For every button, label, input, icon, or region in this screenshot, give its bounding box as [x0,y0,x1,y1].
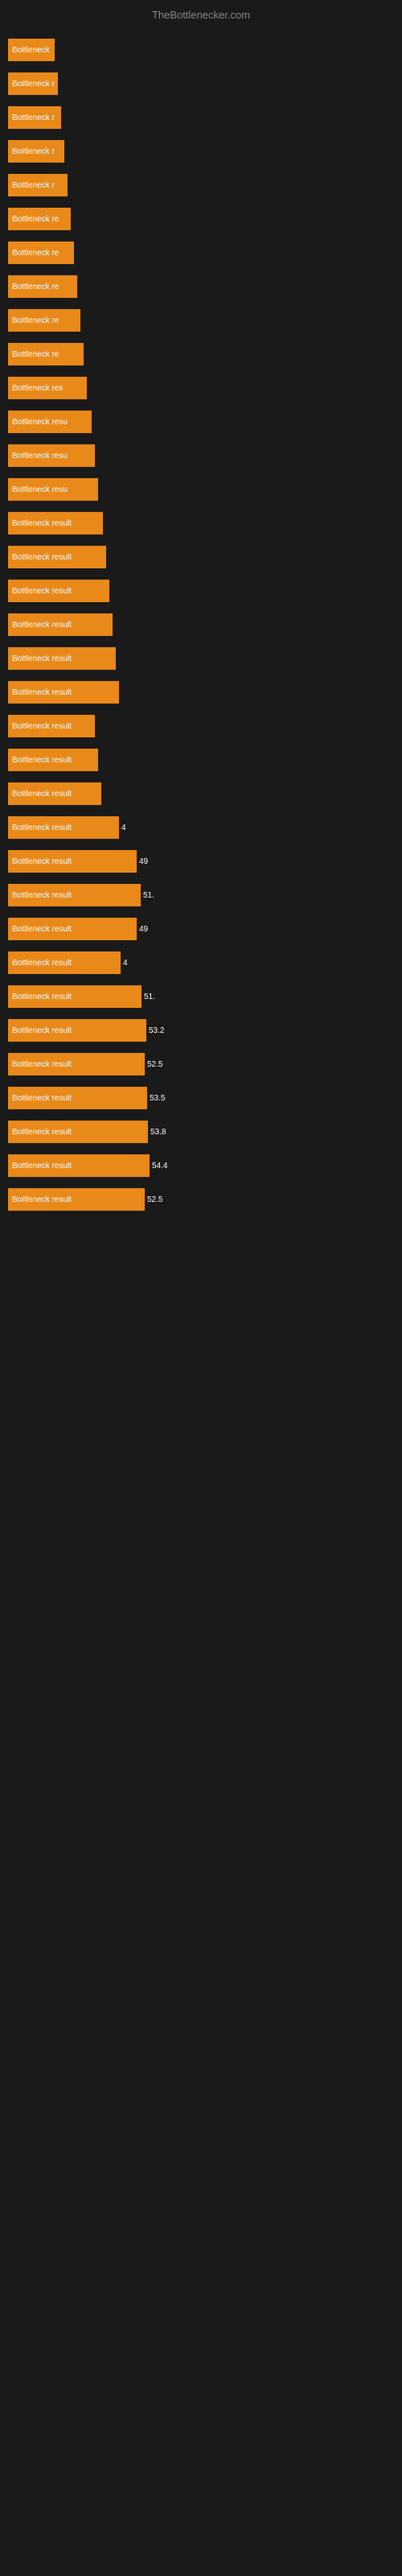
bar-row: Bottleneck resu [8,440,386,471]
bar-row: Bottleneck result54.4 [8,1150,386,1181]
bar-row: Bottleneck re [8,305,386,336]
bar-row: Bottleneck [8,35,386,65]
bar-row: Bottleneck res [8,373,386,403]
bar-value: 51. [144,993,155,1001]
bar-row: Bottleneck resu [8,407,386,437]
bar-value: 52.5 [147,1195,162,1204]
bar-label: Bottleneck result [8,1121,148,1143]
bar-value: 4 [121,824,126,832]
site-title: TheBottlenecker.com [152,9,250,21]
bar-row: Bottleneck re [8,271,386,302]
bar-row: Bottleneck result [8,542,386,572]
bar-row: Bottleneck result49 [8,914,386,944]
bar-row: Bottleneck re [8,339,386,369]
bar-row: Bottleneck r [8,68,386,99]
bar-row: Bottleneck result [8,576,386,606]
bar-value: 53.2 [149,1026,164,1035]
bar-row: Bottleneck result49 [8,846,386,877]
bar-row: Bottleneck r [8,136,386,167]
bar-label: Bottleneck result [8,546,106,568]
bar-row: Bottleneck r [8,102,386,133]
bar-label: Bottleneck result [8,512,103,535]
bar-value: 49 [139,925,148,934]
bar-label: Bottleneck result [8,749,98,771]
bar-row: Bottleneck result [8,778,386,809]
bar-row: Bottleneck result [8,677,386,708]
bar-row: Bottleneck re [8,204,386,234]
bar-row: Bottleneck resu [8,474,386,505]
bar-label: Bottleneck r [8,140,64,163]
bar-label: Bottleneck result [8,715,95,737]
bar-row: Bottleneck result [8,711,386,741]
page-header: TheBottlenecker.com [0,0,402,27]
bar-value: 52.5 [147,1060,162,1069]
bar-row: Bottleneck result53.2 [8,1015,386,1046]
bar-label: Bottleneck result [8,1087,147,1109]
bar-value: 4 [123,959,128,968]
bar-label: Bottleneck result [8,884,141,906]
chart-container: Bottleneck Bottleneck r Bottleneck r Bottle… [0,27,402,1234]
bar-row: Bottleneck result4 [8,947,386,978]
bar-label: Bottleneck re [8,343,84,365]
bar-label: Bottleneck resu [8,444,95,467]
bar-label: Bottleneck result [8,782,101,805]
bar-label: Bottleneck result [8,952,121,974]
bar-label: Bottleneck r [8,174,68,196]
bar-row: Bottleneck result51. [8,981,386,1012]
bar-label: Bottleneck r [8,72,58,95]
bar-row: Bottleneck result4 [8,812,386,843]
bar-label: Bottleneck result [8,681,119,704]
bar-row: Bottleneck result51. [8,880,386,910]
bar-label: Bottleneck result [8,918,137,940]
bar-row: Bottleneck result53.8 [8,1117,386,1147]
bar-label: Bottleneck resu [8,411,92,433]
bar-row: Bottleneck result52.5 [8,1184,386,1215]
bar-row: Bottleneck result [8,609,386,640]
bar-label: Bottleneck result [8,1188,145,1211]
bar-label: Bottleneck re [8,208,71,230]
bar-row: Bottleneck re [8,237,386,268]
bar-label: Bottleneck resu [8,478,98,501]
bar-row: Bottleneck r [8,170,386,200]
bar-label: Bottleneck res [8,377,87,399]
bar-label: Bottleneck re [8,242,74,264]
bar-row: Bottleneck result [8,745,386,775]
bar-label: Bottleneck result [8,1053,145,1075]
bar-value: 49 [139,857,148,866]
bar-value: 53.5 [150,1094,165,1103]
bar-value: 54.4 [152,1162,167,1170]
bar-row: Bottleneck result52.5 [8,1049,386,1080]
bar-label: Bottleneck re [8,275,77,298]
bar-label: Bottleneck result [8,985,142,1008]
bar-label: Bottleneck result [8,850,137,873]
bar-row: Bottleneck result [8,508,386,539]
bar-label: Bottleneck [8,39,55,61]
bar-label: Bottleneck result [8,1154,150,1177]
bar-label: Bottleneck result [8,816,119,839]
bar-row: Bottleneck result53.5 [8,1083,386,1113]
bar-label: Bottleneck r [8,106,61,129]
bar-label: Bottleneck result [8,647,116,670]
bar-label: Bottleneck result [8,613,113,636]
bar-label: Bottleneck re [8,309,80,332]
bar-label: Bottleneck result [8,580,109,602]
bar-label: Bottleneck result [8,1019,146,1042]
bar-value: 53.8 [150,1128,166,1137]
bar-row: Bottleneck result [8,643,386,674]
bar-value: 51. [143,891,154,900]
